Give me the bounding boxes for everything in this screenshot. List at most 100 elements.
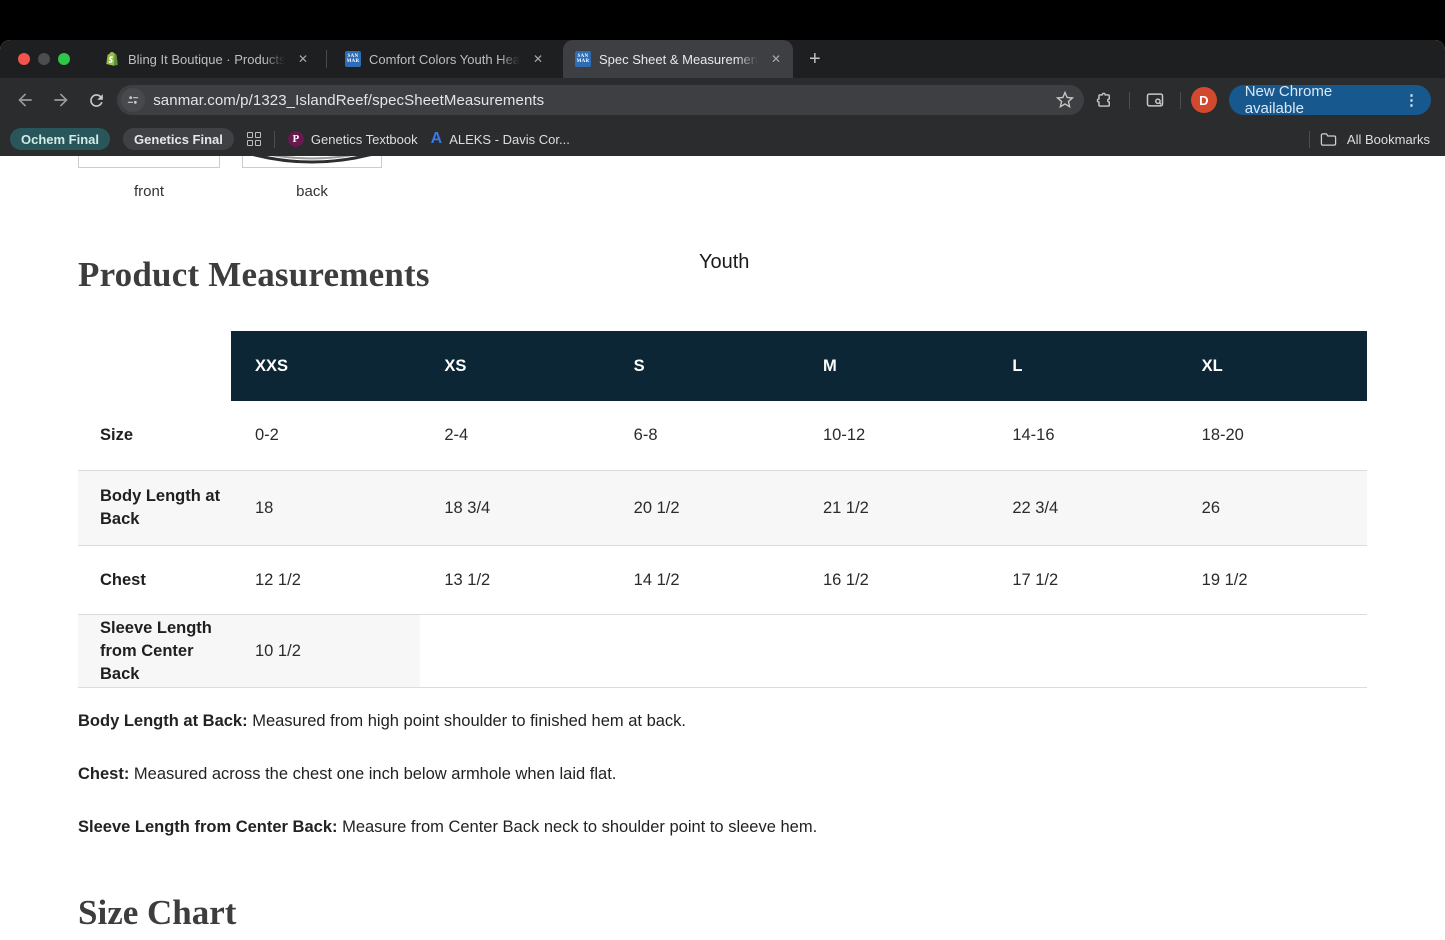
bookmarks-divider [1309,131,1310,148]
tab-groups-grid-icon[interactable] [247,132,261,146]
table-cell: 26 [1178,471,1367,545]
toolbar-divider [1129,92,1130,109]
table-row: Body Length at Back 18 18 3/4 20 1/2 21 … [78,471,1367,546]
bookmarks-divider [274,131,275,148]
window-controls [18,53,70,65]
product-image-front[interactable] [78,156,220,168]
table-cell: 2-4 [420,401,609,470]
browser-window: Bling It Boutique · Products · ✕ SANMAR … [0,40,1445,940]
table-cell [610,615,799,687]
table-row: Chest 12 1/2 13 1/2 14 1/2 16 1/2 17 1/2… [78,546,1367,615]
table-cell: 22 3/4 [988,471,1177,545]
tab-title: Spec Sheet & Measurements [599,52,761,67]
table-row: Size 0-2 2-4 6-8 10-12 14-16 18-20 [78,401,1367,471]
forward-button[interactable] [46,85,76,115]
bookmarks-bar: Ochem Final Genetics Final P Genetics Te… [0,122,1445,156]
tab-group-genetics-final[interactable]: Genetics Final [123,128,234,150]
extensions-icon[interactable] [1090,85,1120,115]
table-cell [799,615,988,687]
bookmark-genetics-textbook[interactable]: P Genetics Textbook [288,131,418,147]
close-window-button[interactable] [18,53,30,65]
page-content: front back Product Measurements Youth XX… [0,156,1445,940]
table-cell: 10 1/2 [231,615,420,687]
bookmark-label: ALEKS - Davis Cor... [449,132,570,147]
table-cell: 6-8 [610,401,799,470]
image-label-front: front [78,183,220,200]
footnote-sleeve-length: Sleeve Length from Center Back: Measure … [78,816,817,838]
table-cell: 16 1/2 [799,546,988,614]
tab-strip: Bling It Boutique · Products · ✕ SANMAR … [0,40,1445,78]
page-title: Product Measurements [78,255,430,295]
table-cell: 18 3/4 [420,471,609,545]
table-cell [988,615,1177,687]
tab-divider [326,50,327,68]
folder-icon [1320,132,1337,147]
size-chart-heading: Size Chart [78,893,236,933]
screen: Bling It Boutique · Products · ✕ SANMAR … [0,0,1445,940]
minimize-window-button[interactable] [38,53,50,65]
row-label: Size [78,401,231,470]
aleks-favicon: A [431,130,443,148]
table-category-label: Youth [699,251,749,274]
site-info-icon[interactable] [121,88,145,112]
bookmark-star-icon[interactable] [1056,91,1074,109]
image-label-back: back [242,183,382,200]
table-cell: 13 1/2 [420,546,609,614]
table-cell: 20 1/2 [610,471,799,545]
column-header: L [988,331,1177,401]
back-button[interactable] [10,85,40,115]
profile-avatar[interactable]: D [1191,87,1217,113]
shopify-favicon [104,51,120,67]
product-image-back[interactable] [242,156,382,168]
column-header: XXS [231,331,420,401]
new-tab-button[interactable]: + [809,49,821,69]
table-cell: 21 1/2 [799,471,988,545]
address-bar[interactable]: sanmar.com/p/1323_IslandReef/specSheetMe… [117,85,1083,115]
column-header: XL [1178,331,1367,401]
row-label: Chest [78,546,231,614]
table-cell: 10-12 [799,401,988,470]
table-cell: 18 [231,471,420,545]
measurements-table: XXS XS S M L XL Size 0-2 2-4 6-8 10-12 1… [78,331,1367,688]
update-chrome-button[interactable]: New Chrome available ⋮ [1229,85,1431,115]
row-label: Sleeve Length from Center Back [78,615,231,687]
tab-title: Bling It Boutique · Products · [128,52,288,67]
footnote-body-length: Body Length at Back: Measured from high … [78,710,817,732]
tab-bling-it-boutique[interactable]: Bling It Boutique · Products · ✕ [92,40,320,78]
table-cell: 17 1/2 [988,546,1177,614]
table-cell: 12 1/2 [231,546,420,614]
toolbar: sanmar.com/p/1323_IslandReef/specSheetMe… [0,78,1445,122]
tab-group-ochem-final[interactable]: Ochem Final [10,128,110,150]
url-text[interactable]: sanmar.com/p/1323_IslandReef/specSheetMe… [153,92,1047,109]
bookmark-label: Genetics Textbook [311,132,418,147]
tab-title: Comfort Colors Youth Heavyw [369,52,523,67]
search-tabs-icon[interactable] [1140,85,1170,115]
tab-close-icon[interactable]: ✕ [769,50,783,68]
measurement-definitions: Body Length at Back: Measured from high … [78,710,817,869]
column-header: XS [420,331,609,401]
tab-comfort-colors[interactable]: SANMAR Comfort Colors Youth Heavyw ✕ [333,40,555,78]
table-header-row: XXS XS S M L XL [231,331,1367,401]
table-cell: 0-2 [231,401,420,470]
pearson-favicon: P [288,131,304,147]
tab-spec-sheet-active[interactable]: SANMAR Spec Sheet & Measurements ✕ [563,40,793,78]
sanmar-favicon: SANMAR [345,51,361,67]
table-cell [1178,615,1367,687]
table-cell [420,615,609,687]
table-cell: 18-20 [1178,401,1367,470]
column-header: S [610,331,799,401]
update-chrome-label: New Chrome available [1245,83,1394,117]
tab-close-icon[interactable]: ✕ [296,50,310,68]
row-label: Body Length at Back [78,471,231,545]
reload-button[interactable] [81,85,111,115]
bookmark-aleks[interactable]: A ALEKS - Davis Cor... [431,130,570,148]
zoom-window-button[interactable] [58,53,70,65]
table-row: Sleeve Length from Center Back 10 1/2 [78,615,1367,688]
table-cell: 14 1/2 [610,546,799,614]
all-bookmarks-button[interactable]: All Bookmarks [1347,132,1430,147]
tab-close-icon[interactable]: ✕ [531,50,545,68]
table-cell: 14-16 [988,401,1177,470]
menu-kebab-icon[interactable]: ⋮ [1404,91,1419,109]
column-header: M [799,331,988,401]
table-cell: 19 1/2 [1178,546,1367,614]
